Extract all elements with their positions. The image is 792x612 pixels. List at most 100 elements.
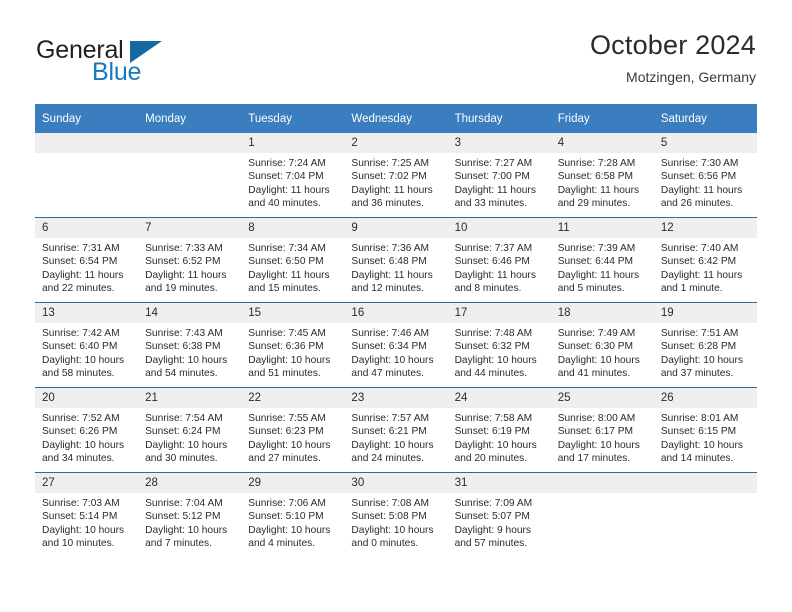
sunset-text: Sunset: 5:07 PM bbox=[454, 511, 530, 523]
day-number: 1 bbox=[241, 133, 345, 153]
calendar-day-cell[interactable]: 4 Sunrise: 7:28 AM Sunset: 6:58 PM Daylight… bbox=[550, 133, 654, 218]
sunrise-text: Sunrise: 7:24 AM bbox=[248, 158, 326, 169]
sunrise-text: Sunrise: 7:45 AM bbox=[248, 328, 326, 339]
calendar-day-cell[interactable]: 9 Sunrise: 7:36 AM Sunset: 6:48 PM Daylight… bbox=[344, 217, 448, 303]
day-number: 20 bbox=[35, 388, 139, 408]
day-details: Sunrise: 7:52 AM Sunset: 6:26 PM Daylight:… bbox=[35, 408, 138, 466]
day-details: Sunrise: 7:27 AM Sunset: 7:00 PM Daylight:… bbox=[448, 153, 551, 211]
calendar-day-cell[interactable]: 13 Sunrise: 7:42 AM Sunset: 6:40 PM Dayligh… bbox=[35, 302, 139, 388]
calendar-day-cell[interactable]: 25 Sunrise: 8:00 AM Sunset: 6:17 PM Dayligh… bbox=[550, 387, 654, 473]
day-number bbox=[653, 473, 757, 493]
calendar-body: 1 Sunrise: 7:24 AM Sunset: 7:04 PM Daylight… bbox=[35, 133, 757, 557]
day-number: 31 bbox=[447, 473, 551, 493]
sunrise-text: Sunrise: 7:55 AM bbox=[248, 413, 326, 424]
day-details: Sunrise: 7:08 AM Sunset: 5:08 PM Daylight:… bbox=[344, 493, 447, 551]
calendar-day-cell[interactable]: 18 Sunrise: 7:49 AM Sunset: 6:30 PM Dayligh… bbox=[550, 302, 654, 388]
calendar-week-row: 27 Sunrise: 7:03 AM Sunset: 5:14 PM Dayligh… bbox=[35, 472, 757, 557]
daylight-text: Daylight: 11 hours and 5 minutes. bbox=[557, 269, 640, 295]
day-details: Sunrise: 7:28 AM Sunset: 6:58 PM Daylight:… bbox=[551, 153, 654, 211]
day-number: 9 bbox=[344, 218, 448, 238]
calendar-day-cell[interactable]: 28 Sunrise: 7:04 AM Sunset: 5:12 PM Dayligh… bbox=[138, 472, 242, 557]
calendar-day-cell[interactable]: 12 Sunrise: 7:40 AM Sunset: 6:42 PM Dayligh… bbox=[653, 217, 757, 303]
daylight-text: Daylight: 10 hours and 20 minutes. bbox=[454, 439, 537, 465]
calendar-day-cell[interactable]: 10 Sunrise: 7:37 AM Sunset: 6:46 PM Dayligh… bbox=[447, 217, 551, 303]
day-details: Sunrise: 7:39 AM Sunset: 6:44 PM Daylight:… bbox=[551, 238, 654, 296]
sunrise-text: Sunrise: 7:25 AM bbox=[351, 158, 430, 169]
daylight-text: Daylight: 10 hours and 7 minutes. bbox=[145, 524, 228, 550]
day-details: Sunrise: 7:49 AM Sunset: 6:30 PM Daylight:… bbox=[551, 323, 654, 381]
daylight-text: Daylight: 11 hours and 29 minutes. bbox=[557, 184, 640, 210]
day-number bbox=[138, 133, 242, 153]
sunset-text: Sunset: 7:04 PM bbox=[248, 171, 324, 183]
calendar-day-cell[interactable]: 16 Sunrise: 7:46 AM Sunset: 6:34 PM Dayligh… bbox=[344, 302, 448, 388]
daylight-text: Daylight: 10 hours and 58 minutes. bbox=[42, 354, 125, 380]
calendar-day-cell[interactable]: 15 Sunrise: 7:45 AM Sunset: 6:36 PM Dayligh… bbox=[241, 302, 345, 388]
sunrise-text: Sunrise: 7:49 AM bbox=[557, 328, 636, 339]
sunset-text: Sunset: 6:34 PM bbox=[351, 341, 427, 353]
daylight-text: Daylight: 11 hours and 33 minutes. bbox=[454, 184, 536, 210]
day-number: 27 bbox=[35, 473, 139, 493]
calendar-day-cell[interactable]: 14 Sunrise: 7:43 AM Sunset: 6:38 PM Dayligh… bbox=[138, 302, 242, 388]
day-details: Sunrise: 7:40 AM Sunset: 6:42 PM Daylight:… bbox=[654, 238, 757, 296]
sunset-text: Sunset: 6:26 PM bbox=[42, 426, 118, 438]
weekday-header-monday: Monday bbox=[138, 104, 242, 133]
calendar-day-cell-empty bbox=[550, 472, 654, 557]
sunset-text: Sunset: 7:00 PM bbox=[454, 171, 530, 183]
sunset-text: Sunset: 6:38 PM bbox=[145, 341, 221, 353]
daylight-text: Daylight: 11 hours and 12 minutes. bbox=[351, 269, 433, 295]
day-details: Sunrise: 7:46 AM Sunset: 6:34 PM Daylight:… bbox=[344, 323, 447, 381]
sunset-text: Sunset: 6:50 PM bbox=[248, 256, 324, 268]
calendar-day-cell[interactable]: 8 Sunrise: 7:34 AM Sunset: 6:50 PM Daylight… bbox=[241, 217, 345, 303]
calendar-day-cell[interactable]: 23 Sunrise: 7:57 AM Sunset: 6:21 PM Dayligh… bbox=[344, 387, 448, 473]
calendar-week-row: 13 Sunrise: 7:42 AM Sunset: 6:40 PM Dayligh… bbox=[35, 302, 757, 388]
daylight-text: Daylight: 10 hours and 30 minutes. bbox=[145, 439, 228, 465]
day-number: 6 bbox=[35, 218, 139, 238]
daylight-text: Daylight: 10 hours and 34 minutes. bbox=[42, 439, 125, 465]
page-header: General Blue October 2024 Motzingen, Ger… bbox=[0, 0, 792, 100]
weekday-header-tuesday: Tuesday bbox=[241, 104, 345, 133]
day-number: 3 bbox=[447, 133, 551, 153]
day-number: 15 bbox=[241, 303, 345, 323]
sunset-text: Sunset: 6:48 PM bbox=[351, 256, 427, 268]
weekday-header-sunday: Sunday bbox=[35, 104, 139, 133]
day-details: Sunrise: 8:01 AM Sunset: 6:15 PM Daylight:… bbox=[654, 408, 757, 466]
weekday-header-saturday: Saturday bbox=[653, 104, 757, 133]
calendar-day-cell[interactable]: 20 Sunrise: 7:52 AM Sunset: 6:26 PM Dayligh… bbox=[35, 387, 139, 473]
calendar-day-cell[interactable]: 3 Sunrise: 7:27 AM Sunset: 7:00 PM Daylight… bbox=[447, 133, 551, 218]
sunrise-text: Sunrise: 7:39 AM bbox=[557, 243, 636, 254]
calendar-day-cell[interactable]: 22 Sunrise: 7:55 AM Sunset: 6:23 PM Dayligh… bbox=[241, 387, 345, 473]
calendar-day-cell[interactable]: 31 Sunrise: 7:09 AM Sunset: 5:07 PM Dayligh… bbox=[447, 472, 551, 557]
calendar-day-cell[interactable]: 11 Sunrise: 7:39 AM Sunset: 6:44 PM Dayligh… bbox=[550, 217, 654, 303]
calendar-day-cell[interactable]: 2 Sunrise: 7:25 AM Sunset: 7:02 PM Daylight… bbox=[344, 133, 448, 218]
calendar-day-cell[interactable]: 7 Sunrise: 7:33 AM Sunset: 6:52 PM Daylight… bbox=[138, 217, 242, 303]
sunset-text: Sunset: 6:21 PM bbox=[351, 426, 427, 438]
calendar-day-cell[interactable]: 21 Sunrise: 7:54 AM Sunset: 6:24 PM Dayligh… bbox=[138, 387, 242, 473]
sunset-text: Sunset: 5:14 PM bbox=[42, 511, 118, 523]
day-number: 25 bbox=[550, 388, 654, 408]
calendar-day-cell[interactable]: 5 Sunrise: 7:30 AM Sunset: 6:56 PM Daylight… bbox=[653, 133, 757, 218]
calendar-day-cell[interactable]: 30 Sunrise: 7:08 AM Sunset: 5:08 PM Dayligh… bbox=[344, 472, 448, 557]
day-details: Sunrise: 7:04 AM Sunset: 5:12 PM Daylight:… bbox=[138, 493, 241, 551]
sunrise-text: Sunrise: 7:06 AM bbox=[248, 498, 326, 509]
day-details: Sunrise: 7:36 AM Sunset: 6:48 PM Daylight:… bbox=[344, 238, 447, 296]
calendar-day-cell[interactable]: 27 Sunrise: 7:03 AM Sunset: 5:14 PM Dayligh… bbox=[35, 472, 139, 557]
day-number: 16 bbox=[344, 303, 448, 323]
day-number: 4 bbox=[550, 133, 654, 153]
daylight-text: Daylight: 11 hours and 22 minutes. bbox=[42, 269, 124, 295]
calendar-day-cell[interactable]: 29 Sunrise: 7:06 AM Sunset: 5:10 PM Dayligh… bbox=[241, 472, 345, 557]
calendar-day-cell[interactable]: 26 Sunrise: 8:01 AM Sunset: 6:15 PM Dayligh… bbox=[653, 387, 757, 473]
calendar-day-cell-empty bbox=[138, 133, 242, 218]
title-block: October 2024 Motzingen, Germany bbox=[590, 28, 756, 88]
day-number: 14 bbox=[138, 303, 242, 323]
day-number: 7 bbox=[138, 218, 242, 238]
calendar-day-cell[interactable]: 6 Sunrise: 7:31 AM Sunset: 6:54 PM Daylight… bbox=[35, 217, 139, 303]
day-details: Sunrise: 8:00 AM Sunset: 6:17 PM Daylight:… bbox=[551, 408, 654, 466]
calendar-day-cell[interactable]: 1 Sunrise: 7:24 AM Sunset: 7:04 PM Daylight… bbox=[241, 133, 345, 218]
day-number: 18 bbox=[550, 303, 654, 323]
day-details: Sunrise: 7:55 AM Sunset: 6:23 PM Daylight:… bbox=[241, 408, 344, 466]
calendar-header-row: Sunday Monday Tuesday Wednesday Thursday Frid… bbox=[35, 104, 757, 133]
calendar-day-cell[interactable]: 19 Sunrise: 7:51 AM Sunset: 6:28 PM Dayligh… bbox=[653, 302, 757, 388]
calendar-day-cell[interactable]: 17 Sunrise: 7:48 AM Sunset: 6:32 PM Dayligh… bbox=[447, 302, 551, 388]
calendar-day-cell[interactable]: 24 Sunrise: 7:58 AM Sunset: 6:19 PM Dayligh… bbox=[447, 387, 551, 473]
daylight-text: Daylight: 10 hours and 37 minutes. bbox=[660, 354, 743, 380]
